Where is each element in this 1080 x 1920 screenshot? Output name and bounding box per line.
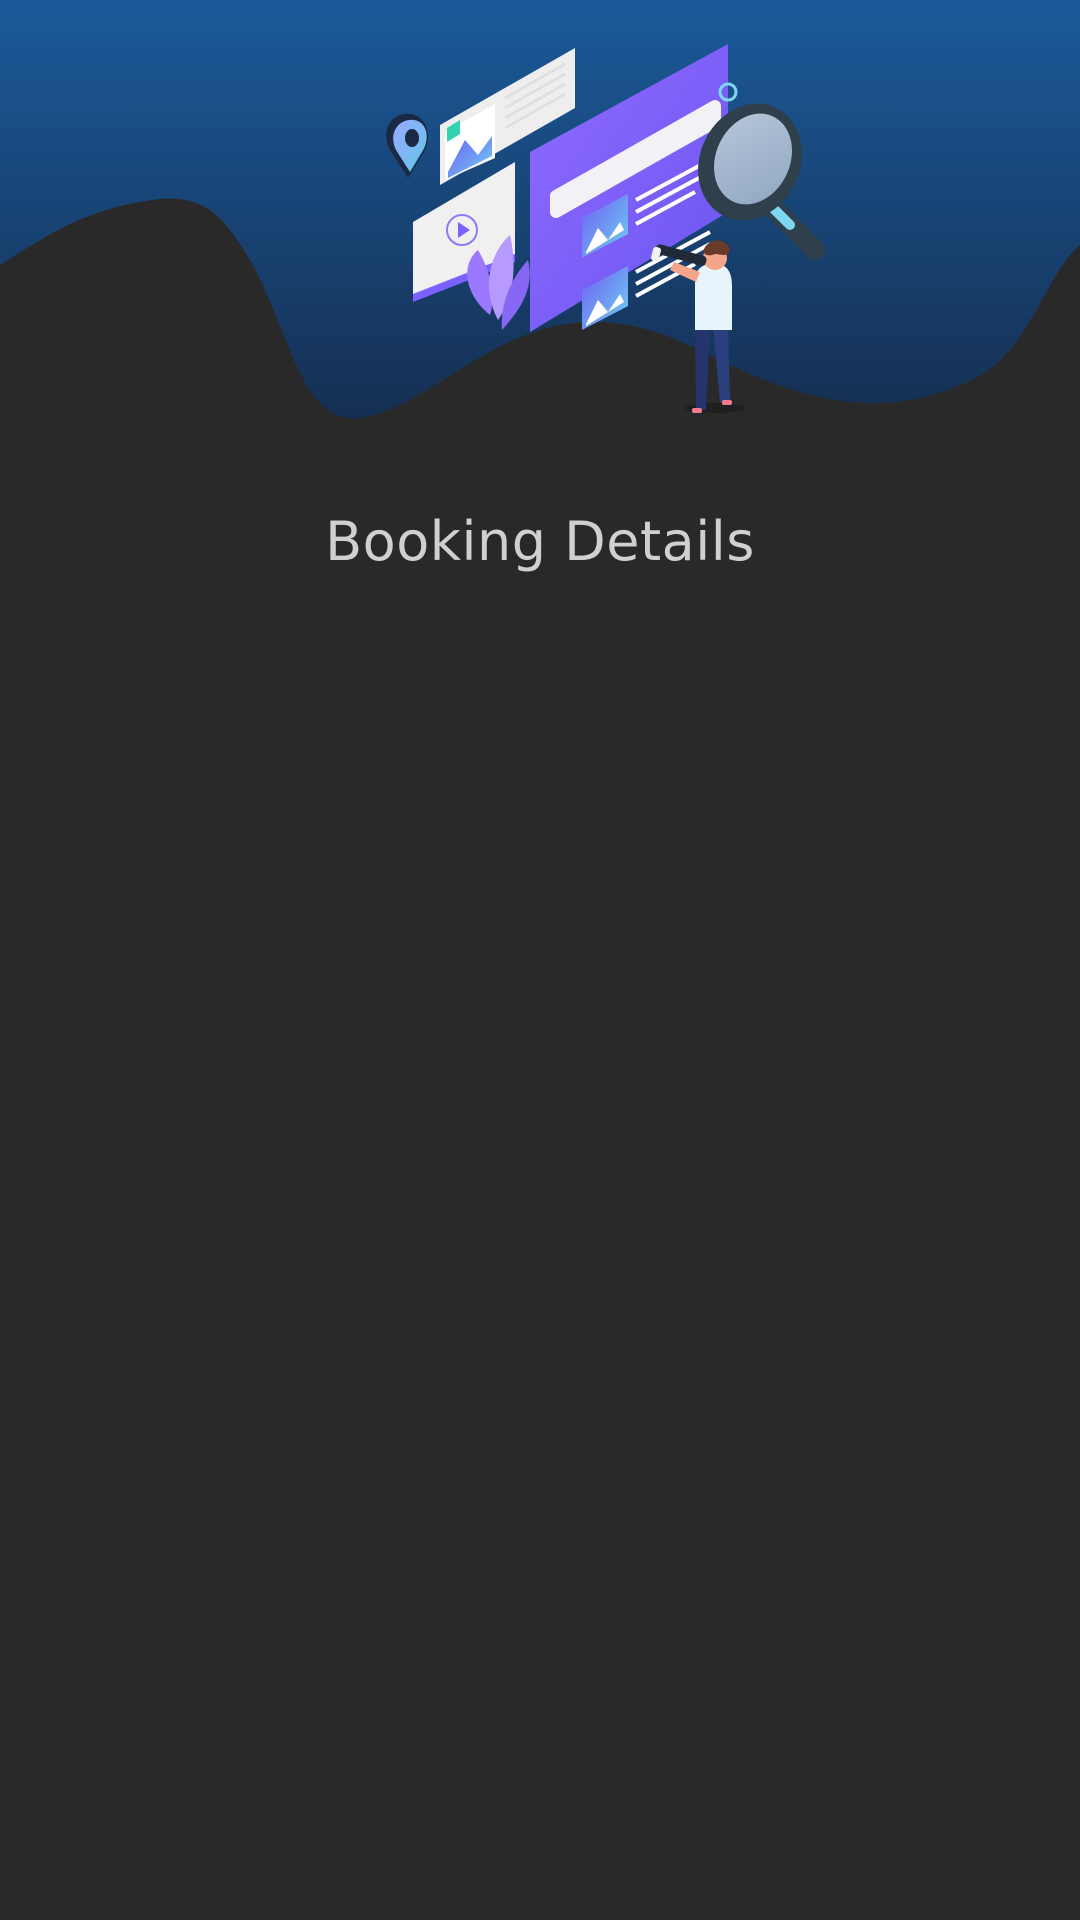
booking-details-screen: Booking Details <box>0 0 1080 1920</box>
search-listings-illustration <box>386 44 825 413</box>
location-pin-icon <box>386 113 428 178</box>
page-title: Booking Details <box>325 510 755 573</box>
